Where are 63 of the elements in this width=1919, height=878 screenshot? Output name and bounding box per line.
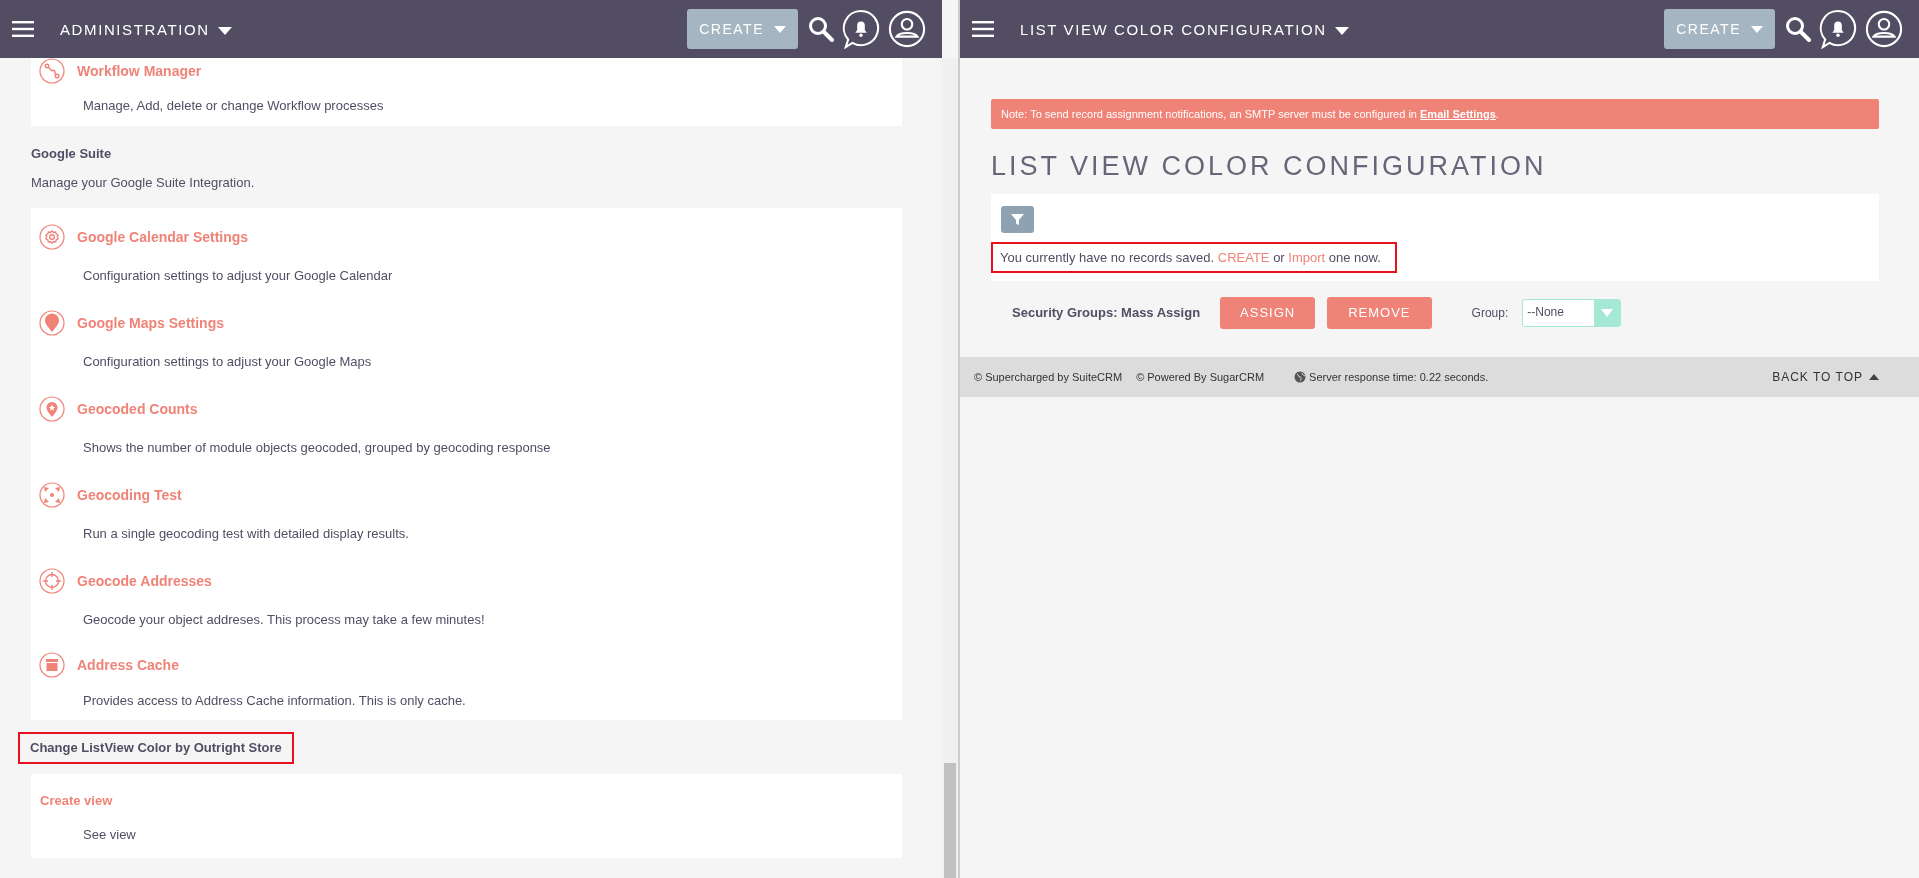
user-profile-icon[interactable] — [888, 9, 926, 49]
admin-link[interactable]: Address Cache — [77, 656, 179, 673]
module-menu-title[interactable]: ADMINISTRATION — [60, 20, 210, 38]
create-button[interactable]: CREATE — [687, 9, 798, 49]
notification-bell-icon[interactable] — [842, 9, 880, 49]
menu-icon[interactable] — [12, 21, 34, 37]
back-to-top-link[interactable]: BACK TO TOP — [1772, 370, 1879, 384]
inline-link[interactable]: CREATE — [1217, 250, 1270, 265]
gear-icon — [39, 224, 65, 250]
notification-bell-icon[interactable] — [1819, 9, 1857, 49]
item-description: Manage, Add, delete or change Workflow processes — [83, 98, 385, 113]
server-response-time: Server response time: 0.22 seconds. — [1309, 371, 1489, 383]
caret-icon[interactable] — [217, 27, 232, 35]
section-heading: Change ListView Color by Outright Store — [20, 734, 292, 762]
admin-link[interactable]: Workflow Manager — [77, 63, 202, 79]
page-title: LIST VIEW COLOR CONFIGURATION — [991, 151, 1548, 182]
item-description: Geocode your object addreses. This process may take a few minutes! — [83, 612, 486, 627]
search-icon[interactable] — [808, 16, 834, 42]
item-description: Provides access to Address Cache information. This is only cache. — [83, 693, 467, 708]
footer-credit[interactable]: © Supercharged by SuiteCRM — [974, 371, 1123, 383]
caret-icon — [1601, 308, 1614, 317]
box-icon — [39, 651, 65, 678]
admin-link[interactable]: Google Maps Settings — [77, 315, 224, 331]
group-label: Group: — [1471, 305, 1509, 320]
admin-link[interactable]: Create view — [40, 793, 113, 808]
item-description: Configuration settings to adjust your Google Calendar — [83, 268, 394, 283]
filter-button[interactable] — [1001, 206, 1034, 233]
admin-link[interactable]: Geocoding Test — [77, 487, 182, 503]
user-profile-icon[interactable] — [1865, 9, 1903, 49]
caret-icon — [1751, 25, 1763, 33]
item-description: See view — [83, 827, 137, 842]
create-button[interactable]: CREATE — [1664, 9, 1775, 49]
caret-up-icon — [1869, 374, 1879, 380]
map-pin-icon — [39, 310, 65, 336]
star-pin-icon — [39, 396, 65, 422]
item-description: Shows the number of module objects geocoded, grouped by geocoding response — [83, 440, 552, 455]
footer-credit[interactable]: © Powered By SugarCRM — [1136, 371, 1265, 383]
inline-link[interactable]: Import — [1288, 250, 1326, 265]
notice-banner: Note: To send record assignment notifications, an SMTP server must be configured in Email Settings. — [991, 99, 1879, 129]
globe-icon — [1294, 371, 1307, 383]
email-settings-link[interactable]: Email Settings — [1420, 108, 1496, 120]
crosshair-icon — [39, 568, 65, 594]
item-description: Configuration settings to adjust your Google Maps — [83, 354, 373, 369]
item-description: Run a single geocoding test with detailed display results. — [83, 526, 410, 541]
search-icon[interactable] — [1785, 16, 1811, 42]
caret-icon — [774, 25, 786, 33]
workflow-icon — [39, 58, 65, 84]
mass-assign-button[interactable]: ASSIGN — [1220, 296, 1316, 329]
empty-list-message: You currently have no records saved. CREATE or Import one now. — [993, 244, 1395, 271]
menu-icon[interactable] — [972, 21, 994, 37]
group-select[interactable]: --None — [1522, 298, 1622, 327]
arrows-icon — [39, 482, 65, 508]
section-description: Manage your Google Suite Integration. — [31, 175, 256, 190]
section-heading: Google Suite — [31, 146, 112, 161]
admin-link[interactable]: Google Calendar Settings — [77, 229, 249, 245]
admin-link[interactable]: Geocode Addresses — [77, 573, 212, 589]
module-menu-title[interactable]: LIST VIEW COLOR CONFIGURATION — [1020, 20, 1327, 38]
caret-icon[interactable] — [1334, 27, 1349, 35]
funnel-icon — [1011, 213, 1024, 226]
mass-assign-button[interactable]: REMOVE — [1327, 296, 1432, 329]
mass-assign-label: Security Groups: Mass Assign — [1012, 305, 1201, 320]
scrollbar-thumb[interactable] — [944, 763, 956, 878]
admin-link[interactable]: Geocoded Counts — [77, 401, 198, 417]
